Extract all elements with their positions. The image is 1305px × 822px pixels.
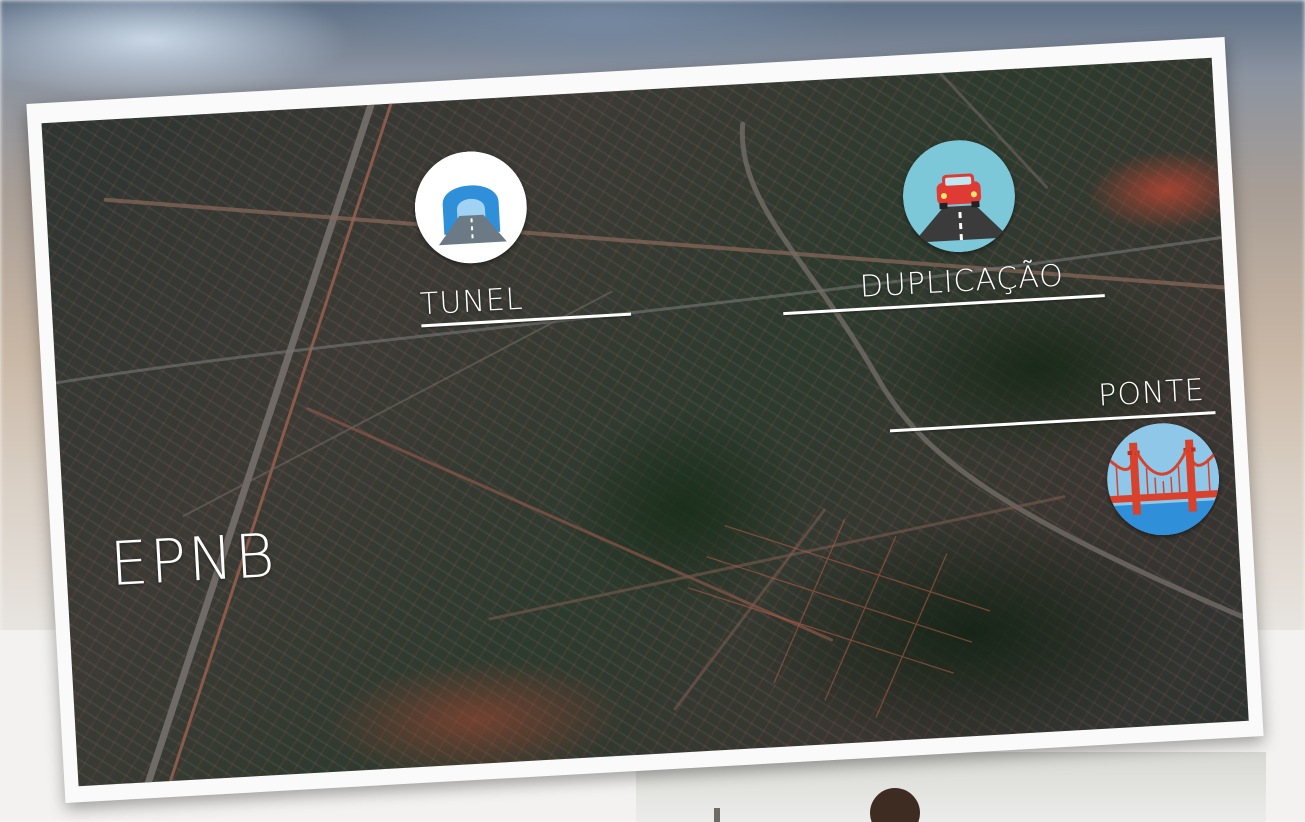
map-title: EPNB [108, 520, 279, 601]
photo-card: EPNB TUNEL DUPLICAÇÃO PONTE [26, 37, 1264, 803]
background-person-head [870, 788, 920, 822]
tunnel-label: TUNEL [419, 281, 525, 323]
ponte-label: PONTE [1097, 372, 1206, 414]
aerial-map: EPNB TUNEL DUPLICAÇÃO PONTE [41, 57, 1249, 787]
